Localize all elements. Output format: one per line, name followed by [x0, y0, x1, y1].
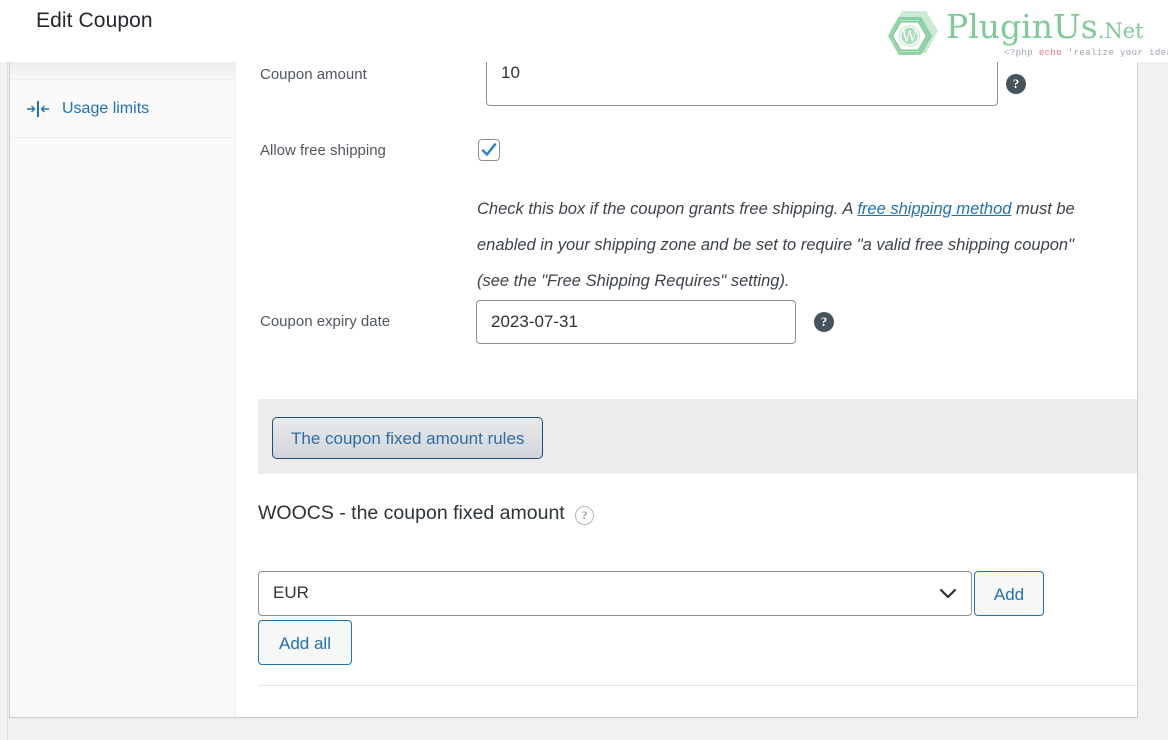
tagline-string: 'realize your idea': [1067, 48, 1168, 58]
tagline-keyword: echo: [1038, 48, 1063, 58]
sidebar-item-usage-limits[interactable]: Usage limits: [10, 81, 236, 138]
woocs-help-icon[interactable]: ?: [575, 506, 594, 525]
page-title: Edit Coupon: [36, 9, 153, 32]
wordpress-hexagon-logo-icon: W: [882, 7, 940, 65]
tab-coupon-fixed-amount-rules[interactable]: The coupon fixed amount rules: [272, 417, 544, 459]
currency-select-value: EUR: [273, 583, 309, 602]
coupon-expiry-date-input[interactable]: [476, 300, 796, 344]
usage-limits-icon: [24, 99, 52, 119]
brand-wordmark: PluginUs.Net: [946, 9, 1144, 49]
tagline-open: <?php: [1004, 48, 1039, 58]
coupon-amount-label: Coupon amount: [260, 66, 367, 83]
coupon-data-panels: Coupon amount ? Allow free shipping Chec…: [237, 62, 1137, 717]
coupon-amount-help-icon[interactable]: ?: [1006, 74, 1026, 94]
free-shipping-method-link[interactable]: free shipping method: [857, 200, 1011, 218]
allow-free-shipping-description: Check this box if the coupon grants free…: [477, 191, 1097, 299]
page-header: Edit Coupon W PluginUs.Net <?php echo 'r…: [0, 0, 1168, 62]
brand-tagline: <?php echo 'realize your idea' ?>: [1004, 48, 1168, 58]
add-button[interactable]: Add: [974, 571, 1044, 616]
checkmark-icon: [481, 143, 497, 156]
woocs-section-title: WOOCS - the coupon fixed amount: [258, 502, 565, 524]
coupon-data-metabox: Usage limits Coupon amount ? Allow free …: [9, 62, 1138, 718]
left-gutter: [0, 62, 8, 740]
coupon-amount-input[interactable]: [486, 62, 998, 106]
chevron-down-icon: [939, 587, 957, 605]
allow-free-shipping-label: Allow free shipping: [260, 142, 386, 159]
coupon-rules-banner: The coupon fixed amount rules: [258, 399, 1137, 474]
svg-text:W: W: [902, 28, 918, 46]
description-text-before-link: Check this box if the coupon grants free…: [477, 199, 858, 218]
brand-logo: W PluginUs.Net <?php echo 'realize your …: [864, 4, 1168, 66]
field-coupon-expiry-date: Coupon expiry date ?: [237, 300, 1137, 360]
coupon-data-tabs: Usage limits: [10, 62, 236, 717]
field-coupon-amount: Coupon amount ?: [237, 62, 1137, 106]
section-divider: [258, 685, 1137, 686]
tabs-top-strip: [10, 62, 236, 80]
coupon-expiry-date-help-icon[interactable]: ?: [814, 312, 834, 332]
brand-name: PluginUs: [946, 7, 1098, 46]
allow-free-shipping-checkbox[interactable]: [478, 139, 500, 161]
brand-tld: .Net: [1097, 19, 1144, 43]
add-all-button[interactable]: Add all: [258, 620, 352, 665]
admin-surface: Usage limits Coupon amount ? Allow free …: [0, 62, 1168, 740]
sidebar-item-label: Usage limits: [62, 100, 150, 117]
currency-select[interactable]: EUR: [258, 571, 972, 616]
coupon-expiry-date-label: Coupon expiry date: [260, 313, 391, 330]
